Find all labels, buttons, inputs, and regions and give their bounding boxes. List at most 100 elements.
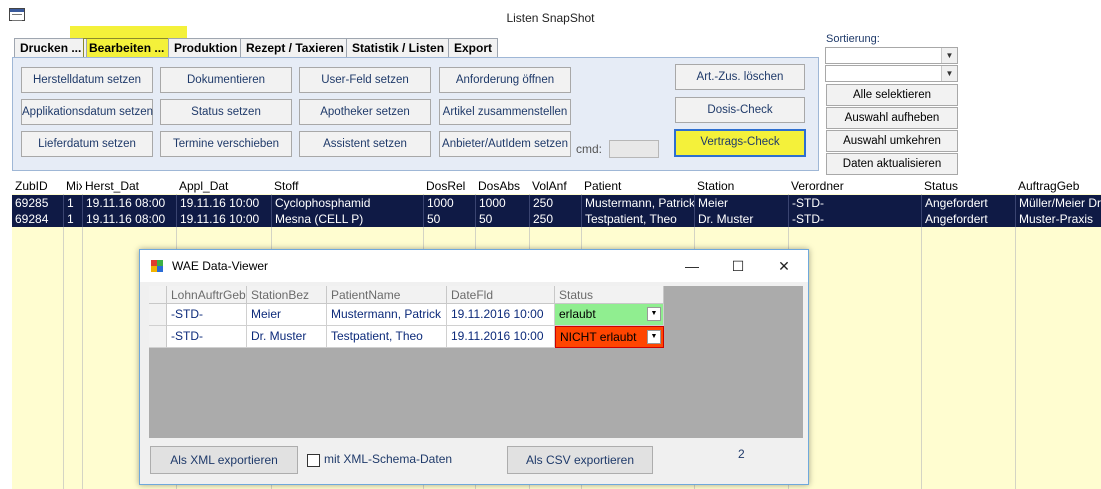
als-csv-exportieren-button[interactable]: Als CSV exportieren: [507, 446, 653, 474]
herstelldatum-setzen-button[interactable]: Herstelldatum setzen: [21, 67, 153, 93]
table-cell: 1: [63, 211, 82, 227]
viewer-header-lohnauftrgeb[interactable]: LohnAuftrGeb: [167, 286, 247, 304]
chevron-down-icon[interactable]: ▼: [941, 66, 957, 81]
daten-aktualisieren-button[interactable]: Daten aktualisieren: [826, 153, 958, 175]
sort-combo-1[interactable]: ▼: [825, 47, 958, 64]
table-cell: 19.11.16 10:00: [176, 195, 271, 211]
dosis-check-button[interactable]: Dosis-Check: [675, 97, 805, 123]
table-cell: -STD-: [167, 304, 247, 326]
table-cell: Meier: [694, 195, 788, 211]
als-xml-exportieren-button[interactable]: Als XML exportieren: [150, 446, 298, 474]
cmd-input[interactable]: [609, 140, 659, 158]
table-cell: 69284: [15, 212, 49, 226]
table-cell: Mustermann, Patrick: [327, 304, 447, 326]
xml-schema-checkbox[interactable]: [307, 454, 320, 467]
status-value: erlaubt: [559, 307, 596, 321]
minimize-icon[interactable]: —: [677, 256, 707, 276]
grid-header-verordner[interactable]: Verordner: [788, 178, 921, 194]
tab-export[interactable]: Export: [448, 38, 499, 58]
grid-header-station[interactable]: Station: [694, 178, 788, 194]
grid-header-mix[interactable]: Mix: [63, 178, 82, 194]
grid-corner-header: [149, 286, 167, 304]
auswahl-aufheben-button[interactable]: Auswahl aufheben: [826, 107, 958, 129]
auswahl-umkehren-button[interactable]: Auswahl umkehren: [826, 130, 958, 152]
grid-header-dosabs[interactable]: DosAbs: [475, 178, 529, 194]
status-dropdown[interactable]: erlaubt ▼: [555, 304, 664, 326]
table-cell: 1: [63, 195, 82, 211]
grid-header-appl-dat[interactable]: Appl_Dat: [176, 178, 271, 194]
tab-statistik-listen[interactable]: Statistik / Listen: [346, 38, 451, 58]
viewer-header-datefld[interactable]: DateFld: [447, 286, 555, 304]
grid-header-status[interactable]: Status: [921, 178, 1015, 194]
dialog-title: WAE Data-Viewer: [172, 259, 269, 273]
assistent-setzen-button[interactable]: Assistent setzen: [299, 131, 431, 157]
grid-header-auftraggeb[interactable]: AuftragGeb: [1015, 178, 1101, 194]
table-cell: -STD-: [788, 195, 921, 211]
grid-header-patient[interactable]: Patient: [581, 178, 694, 194]
table-cell: 19.11.16 08:00: [82, 211, 176, 227]
table-cell: Dr. Muster: [694, 211, 788, 227]
grid-header-volanf[interactable]: VolAnf: [529, 178, 581, 194]
status-setzen-button[interactable]: Status setzen: [160, 99, 292, 125]
table-cell: 250: [529, 195, 581, 211]
anbieter-autidem-setzen-button[interactable]: Anbieter/AutIdem setzen: [439, 131, 571, 157]
table-cell: 19.11.16 10:00: [176, 211, 271, 227]
apotheker-setzen-button[interactable]: Apotheker setzen: [299, 99, 431, 125]
art-zus-loeschen-button[interactable]: Art.-Zus. löschen: [675, 64, 805, 90]
table-cell: 50: [475, 211, 529, 227]
maximize-icon[interactable]: ☐: [723, 256, 753, 276]
table-cell: 1000: [475, 195, 529, 211]
user-feld-setzen-button[interactable]: User-Feld setzen: [299, 67, 431, 93]
vertrags-check-button[interactable]: Vertrags-Check: [674, 129, 806, 157]
chevron-down-icon[interactable]: ▼: [647, 330, 661, 344]
tab-bearbeiten[interactable]: Bearbeiten ...: [83, 38, 171, 58]
grid-header-stoff[interactable]: Stoff: [271, 178, 423, 194]
row-count: 2: [738, 447, 745, 461]
tab-rezept-taxieren[interactable]: Rezept / Taxieren: [240, 38, 350, 58]
cmd-label: cmd:: [576, 142, 603, 156]
tab-produktion[interactable]: Produktion: [168, 38, 244, 58]
row-header[interactable]: [149, 326, 167, 348]
applikationsdatum-setzen-button[interactable]: Applikationsdatum setzen: [21, 99, 153, 125]
dokumentieren-button[interactable]: Dokumentieren: [160, 67, 292, 93]
table-cell: 69285: [15, 196, 49, 210]
table-cell: 50: [423, 211, 475, 227]
table-cell: 1000: [423, 195, 475, 211]
table-cell: -STD-: [167, 326, 247, 348]
lieferdatum-setzen-button[interactable]: Lieferdatum setzen: [21, 131, 153, 157]
row-header[interactable]: [149, 304, 167, 326]
grid-header-dosrel[interactable]: DosRel: [423, 178, 475, 194]
table-cell: Angefordert: [921, 211, 1015, 227]
chevron-down-icon[interactable]: ▼: [941, 48, 957, 63]
table-cell: Meier: [247, 304, 327, 326]
alle-selektieren-button[interactable]: Alle selektieren: [826, 84, 958, 106]
viewer-header-patientname[interactable]: PatientName: [327, 286, 447, 304]
table-cell: 19.11.2016 10:00: [447, 326, 555, 348]
table-cell: 19.11.16 08:00: [82, 195, 176, 211]
status-value: NICHT erlaubt: [560, 330, 637, 344]
table-cell: Cyclophosphamid: [271, 195, 423, 211]
viewer-header-status[interactable]: Status: [555, 286, 664, 304]
table-cell: Mustermann, Patrick: [581, 195, 694, 211]
table-cell: Mesna (CELL P): [271, 211, 423, 227]
app-form-icon: [151, 260, 163, 272]
termine-verschieben-button[interactable]: Termine verschieben: [160, 131, 292, 157]
viewer-data-grid: LohnAuftrGeb StationBez PatientName DateFld…: [149, 286, 803, 438]
chevron-down-icon[interactable]: ▼: [647, 307, 661, 321]
sort-combo-2[interactable]: ▼: [825, 65, 958, 82]
grid-header-herst-dat[interactable]: Herst_Dat: [82, 178, 176, 194]
anforderung-oeffnen-button[interactable]: Anforderung öffnen: [439, 67, 571, 93]
table-cell: 250: [529, 211, 581, 227]
status-dropdown[interactable]: NICHT erlaubt ▼: [555, 326, 664, 348]
table-cell: -STD-: [788, 211, 921, 227]
viewer-header-stationbez[interactable]: StationBez: [247, 286, 327, 304]
close-icon[interactable]: ✕: [769, 256, 799, 276]
table-cell: Dr. Muster: [247, 326, 327, 348]
artikel-zusammenstellen-button[interactable]: Artikel zusammenstellen: [439, 99, 571, 125]
table-cell: Testpatient, Theo: [581, 211, 694, 227]
table-cell: Testpatient, Theo: [327, 326, 447, 348]
table-cell: Muster-Praxis: [1015, 211, 1101, 227]
wae-data-viewer-dialog: WAE Data-Viewer — ☐ ✕ LohnAuftrGeb Statio…: [139, 249, 809, 485]
grid-header-zubid[interactable]: ZubID: [12, 178, 63, 194]
tab-drucken[interactable]: Drucken ...: [14, 38, 88, 58]
